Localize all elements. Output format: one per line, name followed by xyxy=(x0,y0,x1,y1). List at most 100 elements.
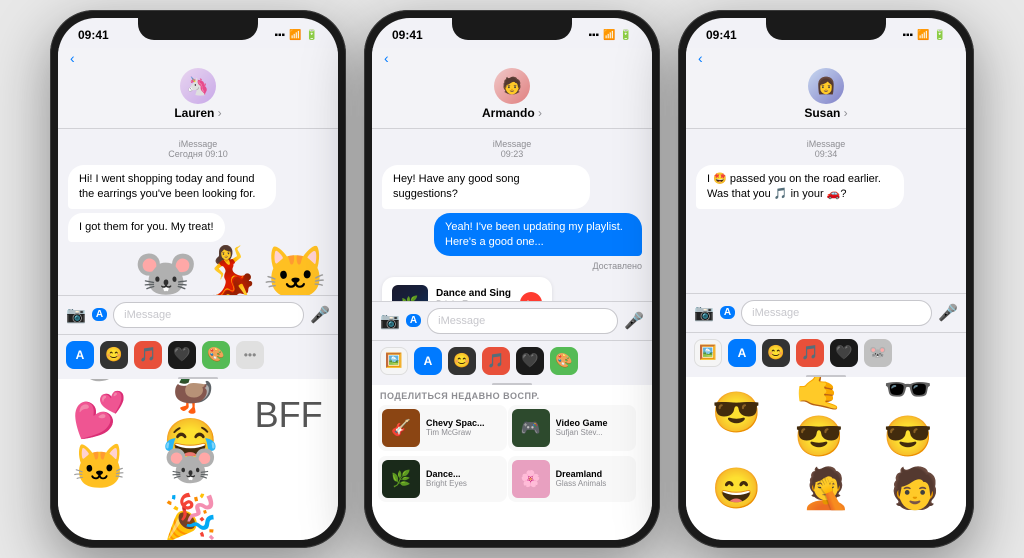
shelf-info: Chevy Spac... Tim McGraw xyxy=(426,418,503,437)
memoji-grid: 😎 🤙😎 🕶️😎 😄 🤦 🧑 xyxy=(686,377,966,541)
message-row: Hey! Have any good song suggestions? xyxy=(382,165,590,209)
message-input-2[interactable]: iMessage xyxy=(427,308,618,334)
time-3: 09:41 xyxy=(706,28,737,42)
memoji-item[interactable]: 🤦 xyxy=(794,460,858,516)
chevron-left-icon: ‹ xyxy=(698,50,703,66)
input-bar-3: 📷 A iMessage 🎤 xyxy=(686,293,966,332)
message-bubble: Hi! I went shopping today and found the … xyxy=(68,165,276,209)
play-button[interactable]: ▶ xyxy=(520,292,542,300)
notch-2 xyxy=(452,18,572,40)
message-input-1[interactable]: iMessage xyxy=(113,302,304,328)
drawer-photos-icon[interactable]: 🖼️ xyxy=(694,339,722,367)
avatar-3[interactable]: 👩 xyxy=(808,68,844,104)
contact-info-2: 🧑 Armando › xyxy=(384,66,640,124)
drawer-app-icon[interactable]: 🖤 xyxy=(516,347,544,375)
contact-name-1: Lauren › xyxy=(174,106,221,120)
nav-bar-3: ‹ 👩 Susan › xyxy=(686,48,966,129)
phones-container: 09:41 ▪▪▪ 📶 🔋 ‹ 🦄 Lauren › xyxy=(0,0,1024,558)
drawer-photos-icon[interactable]: 🖼️ xyxy=(380,347,408,375)
shelf-title: ПОДЕЛИТЬСЯ НЕДАВНО ВОСПР. xyxy=(372,385,652,405)
timestamp-1: iMessage Сегодня 09:10 xyxy=(68,139,328,159)
back-button-3[interactable]: ‹ xyxy=(698,50,703,66)
status-icons-1: ▪▪▪ 📶 🔋 xyxy=(274,30,318,41)
sticker-item[interactable]: 🐭💕🐱 xyxy=(72,385,142,445)
input-bar-1: 📷 A iMessage 🎤 xyxy=(58,295,338,334)
messages-area-3: iMessage 09:34 I 🤩 passed you on the roa… xyxy=(686,129,966,293)
message-row: Yeah! I've been updating my playlist. He… xyxy=(434,213,642,257)
memoji-item[interactable]: 🕶️😎 xyxy=(883,385,947,441)
wifi-icon: 📶 xyxy=(603,30,615,41)
message-bubble: Yeah! I've been updating my playlist. He… xyxy=(434,213,642,257)
memoji-item[interactable]: 😄 xyxy=(705,460,769,516)
signal-icon: ▪▪▪ xyxy=(588,30,599,41)
back-button-2[interactable]: ‹ xyxy=(384,50,389,66)
drawer-app-icon[interactable]: A xyxy=(66,341,94,369)
notch-1 xyxy=(138,18,258,40)
message-input-3[interactable]: iMessage xyxy=(741,300,932,326)
camera-icon[interactable]: 📷 xyxy=(66,305,86,325)
time-1: 09:41 xyxy=(78,28,109,42)
drawer-music-icon[interactable]: 🎵 xyxy=(482,347,510,375)
more-icon[interactable]: ••• xyxy=(236,341,264,369)
drawer-app-icon[interactable]: 🖤 xyxy=(830,339,858,367)
memoji-item[interactable]: 🧑 xyxy=(883,460,947,516)
message-row: I 🤩 passed you on the road earlier. Was … xyxy=(696,165,904,209)
avatar-1[interactable]: 🦄 xyxy=(180,68,216,104)
avatar-2[interactable]: 🧑 xyxy=(494,68,530,104)
app-icon[interactable]: A xyxy=(92,308,107,321)
music-info: Dance and Sing Bright Eyes Apple Music xyxy=(436,288,512,300)
sticker-grid-1: 🐭💕🐱 🦆😂 BFF 🐭🎉 xyxy=(58,379,338,541)
audio-icon[interactable]: 🎤 xyxy=(624,311,644,331)
timestamp-2: iMessage 09:23 xyxy=(382,139,642,159)
nav-bar-1: ‹ 🦄 Lauren › xyxy=(58,48,338,129)
delivered-label-2: Доставлено xyxy=(382,261,642,271)
shelf-grid: 🎸 Chevy Spac... Tim McGraw 🎮 Video Game … xyxy=(372,405,652,506)
drawer-app-icon[interactable]: 😊 xyxy=(762,339,790,367)
status-icons-2: ▪▪▪ 📶 🔋 xyxy=(588,30,632,41)
drawer-app-icon[interactable]: 🖤 xyxy=(168,341,196,369)
wifi-icon: 📶 xyxy=(289,30,301,41)
back-button-1[interactable]: ‹ xyxy=(70,50,75,66)
drawer-app-icon[interactable]: A xyxy=(728,339,756,367)
message-bubble: I got them for you. My treat! xyxy=(68,213,225,242)
wifi-icon: 📶 xyxy=(917,30,929,41)
drawer-app-icon[interactable]: 🎵 xyxy=(134,341,162,369)
input-bar-2: 📷 A iMessage 🎤 xyxy=(372,301,652,340)
audio-icon[interactable]: 🎤 xyxy=(938,303,958,323)
drawer-app-icon[interactable]: 🎨 xyxy=(202,341,230,369)
app-icon[interactable]: A xyxy=(720,306,735,319)
drawer-app-icon[interactable]: 😊 xyxy=(448,347,476,375)
signal-icon: ▪▪▪ xyxy=(274,30,285,41)
contact-info-1: 🦄 Lauren › xyxy=(70,66,326,124)
camera-icon[interactable]: 📷 xyxy=(694,303,714,323)
contact-name-3: Susan › xyxy=(804,106,847,120)
music-card-row: 🌿 Dance and Sing Bright Eyes Apple Music… xyxy=(382,275,552,300)
camera-icon[interactable]: 📷 xyxy=(380,311,400,331)
drawer-app-icon[interactable]: A xyxy=(414,347,442,375)
shelf-art: 🎮 xyxy=(512,409,550,447)
status-icons-3: ▪▪▪ 📶 🔋 xyxy=(902,30,946,41)
shelf-item[interactable]: 🎸 Chevy Spac... Tim McGraw xyxy=(378,405,507,451)
shelf-item[interactable]: 🎮 Video Game Sufjan Stev... xyxy=(508,405,637,451)
drawer-music-icon[interactable]: 🎵 xyxy=(796,339,824,367)
app-icon[interactable]: A xyxy=(406,314,421,327)
sticker-item[interactable]: BFF xyxy=(254,385,324,445)
shelf-item[interactable]: 🌸 Dreamland Glass Animals xyxy=(508,456,637,502)
drawer-app-icon[interactable]: 😊 xyxy=(100,341,128,369)
memoji-item[interactable]: 😎 xyxy=(705,385,769,441)
music-card[interactable]: 🌿 Dance and Sing Bright Eyes Apple Music… xyxy=(382,277,552,300)
phone-1: 09:41 ▪▪▪ 📶 🔋 ‹ 🦄 Lauren › xyxy=(50,10,346,548)
shelf-art: 🌸 xyxy=(512,460,550,498)
audio-icon[interactable]: 🎤 xyxy=(310,305,330,325)
music-art: 🌿 xyxy=(392,285,428,300)
chevron-left-icon: ‹ xyxy=(384,50,389,66)
memoji-item[interactable]: 🤙😎 xyxy=(794,385,858,441)
sticker-item[interactable]: 🦆😂 xyxy=(163,385,233,445)
message-row: Hi! I went shopping today and found the … xyxy=(68,165,276,209)
drawer-app-icon[interactable]: 🎨 xyxy=(550,347,578,375)
battery-icon: 🔋 xyxy=(620,30,632,41)
messages-area-1: iMessage Сегодня 09:10 Hi! I went shoppi… xyxy=(58,129,338,295)
sticker-item[interactable]: 🐭🎉 xyxy=(163,461,233,521)
shelf-item[interactable]: 🌿 Dance... Bright Eyes xyxy=(378,456,507,502)
drawer-app-icon[interactable]: 🐭 xyxy=(864,339,892,367)
